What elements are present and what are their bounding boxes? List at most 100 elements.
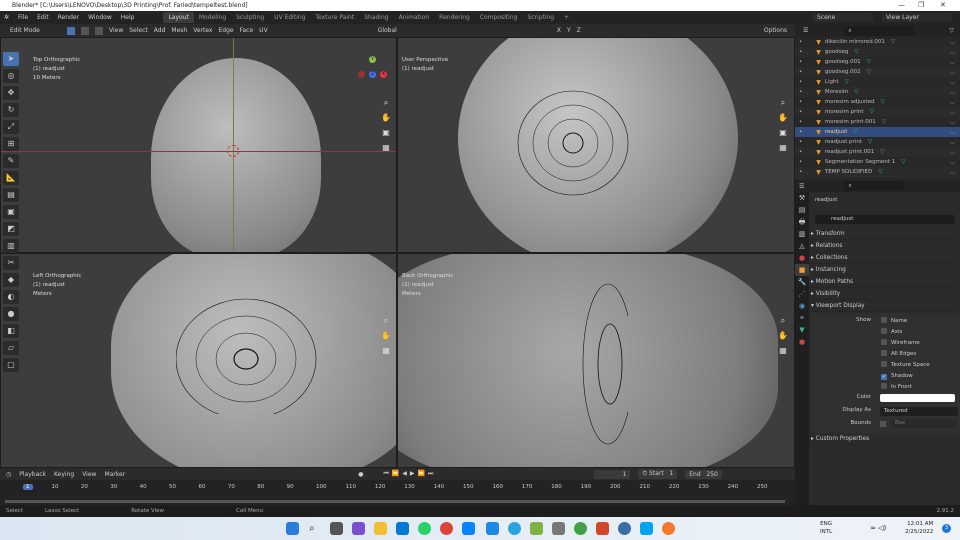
axis-z-toggle[interactable]: Z xyxy=(577,27,581,34)
tab-compositing[interactable]: Compositing xyxy=(475,12,523,23)
camera-icon[interactable]: ▣ xyxy=(381,126,391,140)
eye-icon[interactable]: ◡ xyxy=(950,149,955,155)
tab-uv-editing[interactable]: UV Editing xyxy=(269,12,310,23)
wifi-volume-icon[interactable]: ≈ ◁) xyxy=(870,524,886,532)
modifier-tab-icon[interactable]: 🔧 xyxy=(795,276,809,288)
blender-taskbar-icon[interactable] xyxy=(662,522,675,535)
grid-icon[interactable]: ▦ xyxy=(778,141,788,155)
poly-build-tool-icon[interactable]: ◆ xyxy=(3,273,19,287)
minimize-button[interactable]: — xyxy=(898,0,905,11)
knife-tool-icon[interactable]: ✂ xyxy=(3,256,19,270)
section-viewport-display[interactable]: ▾ Viewport Display xyxy=(811,301,956,312)
show-texture-space-checkbox[interactable]: Texture Space xyxy=(881,361,930,370)
grid-icon[interactable]: ▦ xyxy=(381,141,391,155)
world-tab-icon[interactable]: ● xyxy=(795,252,809,264)
menu-file[interactable]: File xyxy=(18,14,28,21)
tab-rendering[interactable]: Rendering xyxy=(434,12,475,23)
section-relations[interactable]: ▸ Relations xyxy=(811,241,956,252)
menu-edge[interactable]: Edge xyxy=(218,27,233,34)
edge-select-icon[interactable] xyxy=(81,26,89,35)
edge-icon[interactable] xyxy=(396,522,409,535)
outliner-item[interactable]: • ▼ Moresim ▽ ◡ xyxy=(795,87,960,97)
frame-ruler[interactable]: 1 10 20 30 40 50 60 70 80 90 100 110 120 130 140 150 160… xyxy=(0,482,795,492)
viewport-back[interactable]: Back Orthographic (1) readjust Meters ⌕ ✋ … xyxy=(397,253,795,468)
pan-hand-icon[interactable]: ✋ xyxy=(778,329,788,343)
eye-icon[interactable]: ◡ xyxy=(950,119,955,125)
render-tab-icon[interactable]: ▤ xyxy=(795,204,809,216)
record-button[interactable]: ● xyxy=(358,471,363,478)
menu-keying[interactable]: Keying xyxy=(54,471,74,478)
outliner-item[interactable]: • ▼ Light ▽ ◡ xyxy=(795,77,960,87)
playback-controls[interactable]: ⏮⏪◀▶⏩⏭ xyxy=(383,470,436,478)
close-button[interactable]: ✕ xyxy=(940,0,946,11)
visibility-dot-icon[interactable]: • xyxy=(799,99,802,105)
eye-icon[interactable]: ◡ xyxy=(950,159,955,165)
visibility-dot-icon[interactable]: • xyxy=(799,169,802,175)
select-tool-icon[interactable]: ➤ xyxy=(3,52,19,66)
visibility-dot-icon[interactable]: • xyxy=(799,49,802,55)
section-transform[interactable]: ▸ Transform xyxy=(811,229,956,240)
properties-search-input[interactable]: ⌕ xyxy=(844,181,905,191)
scene-selector[interactable]: Scene xyxy=(813,13,873,22)
eye-icon[interactable]: ◡ xyxy=(950,89,955,95)
eye-icon[interactable]: ◡ xyxy=(950,69,955,75)
visibility-dot-icon[interactable]: • xyxy=(799,109,802,115)
visibility-dot-icon[interactable]: • xyxy=(799,139,802,145)
transform-tool-icon[interactable]: ⊞ xyxy=(3,137,19,151)
display-as-dropdown[interactable]: Textured xyxy=(880,407,958,416)
start-frame-field[interactable]: ⏱ Start 1 xyxy=(638,469,678,479)
section-motion-paths[interactable]: ▸ Motion Paths xyxy=(811,277,956,288)
eye-icon[interactable]: ◡ xyxy=(950,139,955,145)
view-layer-tab-icon[interactable]: ▥ xyxy=(795,228,809,240)
display-mode-icon[interactable]: ☰ xyxy=(803,27,808,34)
settings-icon[interactable] xyxy=(618,522,631,535)
show-name-checkbox[interactable]: Name xyxy=(881,317,907,326)
visibility-dot-icon[interactable]: • xyxy=(799,129,802,135)
notification-badge[interactable]: 3 xyxy=(942,524,951,533)
menu-mesh[interactable]: Mesh xyxy=(171,27,187,34)
view-layer-selector[interactable]: View Layer xyxy=(882,13,952,22)
scale-tool-icon[interactable]: ⤢ xyxy=(3,120,19,134)
l-app-icon[interactable] xyxy=(486,522,499,535)
menu-select[interactable]: Select xyxy=(129,27,148,34)
scene-tab-icon[interactable]: ◬ xyxy=(795,240,809,252)
viewport-top[interactable]: Top Orthographic (1) readjust 10 Meters YZ… xyxy=(0,37,397,253)
current-frame-marker[interactable]: 1 xyxy=(23,484,33,490)
constraints-tab-icon[interactable]: ⚭ xyxy=(795,312,809,324)
rotate-tool-icon[interactable]: ↻ xyxy=(3,103,19,117)
pan-hand-icon[interactable]: ✋ xyxy=(381,329,391,343)
zoom-icon[interactable]: ⌕ xyxy=(778,96,788,110)
zoom-icon[interactable]: ⌕ xyxy=(381,314,391,328)
chrome-icon[interactable] xyxy=(440,522,453,535)
timeline-editor-icon[interactable]: ◷ xyxy=(6,471,11,478)
add-workspace-button[interactable]: + xyxy=(559,12,574,23)
3d-cursor-icon[interactable] xyxy=(227,145,239,157)
physics-tab-icon[interactable]: ◉ xyxy=(795,300,809,312)
eye-icon[interactable]: ◡ xyxy=(950,59,955,65)
tool-tab-icon[interactable]: ⚒ xyxy=(795,192,809,204)
bounds-checkbox[interactable] xyxy=(880,421,886,427)
annotate-tool-icon[interactable]: ✎ xyxy=(3,154,19,168)
blender-logo-icon[interactable]: ✲ xyxy=(4,14,9,21)
menu-face[interactable]: Face xyxy=(240,27,254,34)
tab-sculpting[interactable]: Sculpting xyxy=(231,12,269,23)
maximize-button[interactable]: ❐ xyxy=(918,0,924,11)
visibility-dot-icon[interactable]: • xyxy=(799,159,802,165)
orientation-selector[interactable]: Global xyxy=(373,26,401,35)
outliner-item[interactable]: • ▼ readjust print.001 ▽ ◡ xyxy=(795,147,960,157)
eye-icon[interactable]: ◡ xyxy=(950,39,955,45)
menu-window[interactable]: Window xyxy=(88,14,112,21)
tab-scripting[interactable]: Scripting xyxy=(522,12,559,23)
telegram-icon[interactable] xyxy=(508,522,521,535)
outliner-item[interactable]: • ▼ dikecilin mirrored.001 ▽ ◡ xyxy=(795,37,960,47)
cursor-tool-icon[interactable]: ◎ xyxy=(3,69,19,83)
viewport-perspective[interactable]: User Perspective (1) readjust ⌕ ✋ ▣ ▦ xyxy=(397,37,795,253)
show-all-edges-checkbox[interactable]: All Edges xyxy=(881,350,916,359)
editor-type-icon[interactable]: ☰ xyxy=(799,183,804,190)
outliner-item[interactable]: • ▼ moresim print ▽ ◡ xyxy=(795,107,960,117)
pan-hand-icon[interactable]: ✋ xyxy=(381,111,391,125)
vertex-select-icon[interactable] xyxy=(67,26,75,35)
bounds-dropdown[interactable]: Box xyxy=(891,419,958,428)
section-custom-properties[interactable]: ▸ Custom Properties xyxy=(811,434,956,445)
pan-hand-icon[interactable]: ✋ xyxy=(778,111,788,125)
